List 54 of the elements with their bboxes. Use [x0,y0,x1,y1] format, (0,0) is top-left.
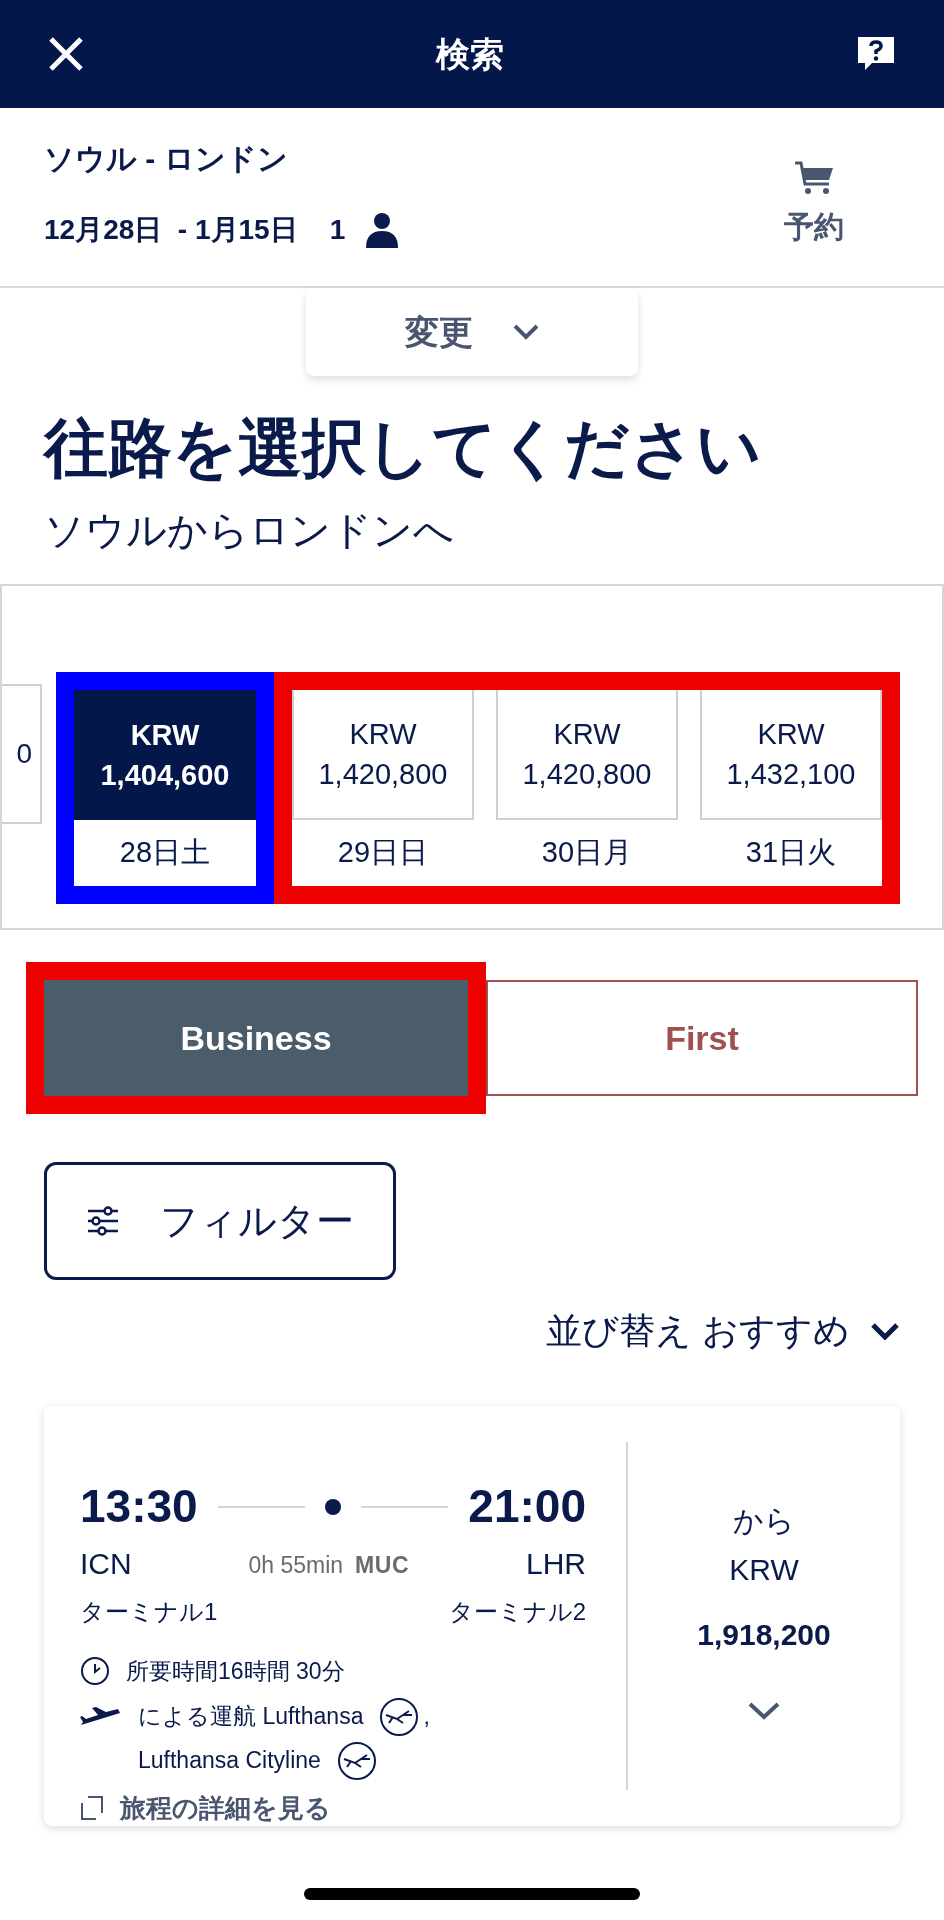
help-chat-icon[interactable] [856,35,896,73]
arrival-time: 21:00 [468,1479,586,1534]
dates-text: 12月28日 - 1月15日 [44,213,298,247]
price-text: 1,420,800 [522,757,652,792]
layover-airport: MUC [355,1550,410,1580]
sliders-icon [86,1206,120,1236]
price-prefix: から [733,1503,795,1539]
departure-airport: ICN [80,1546,132,1582]
price-currency: KRW [729,1552,799,1588]
departure-terminal: ターミナル1 [80,1597,218,1627]
airplane-icon [80,1706,122,1727]
duration-text: 所要時間16時間 30分 [126,1657,345,1686]
date-text: 31日火 [744,835,838,871]
sort-dropdown[interactable]: 並び替え おすすめ [546,1304,900,1358]
date-text: 29日日 [336,835,430,871]
cabin-tab[interactable]: Business [44,980,468,1096]
operator-text: による運航 Lufthansa [138,1702,364,1732]
flight-price: 1,918,200 [697,1617,831,1653]
currency-text: KRW [757,717,825,752]
crane-logo-icon [336,1740,377,1781]
date-text: 30日月 [540,835,634,871]
price-text: 1,432,100 [726,757,856,792]
page-subheading: ソウルからロンドンへ [43,507,455,554]
arrival-airport: LHR [525,1546,586,1582]
date-text: 28日土 [118,835,212,871]
cart-icon [793,160,835,196]
chevron-down-icon [870,1322,900,1340]
departure-time: 13:30 [80,1479,198,1534]
operator-text: Lufthansa Cityline [138,1746,321,1776]
chevron-down-icon [513,324,539,340]
price-text: 1,404,600 [100,758,230,793]
change-button[interactable]: 変更 [306,288,638,376]
currency-text: KRW [553,717,621,752]
arrival-terminal: ターミナル2 [448,1597,586,1627]
passenger-count: 1 [329,213,346,247]
cabin-tab[interactable]: First [486,980,918,1096]
filter-button[interactable]: フィルター [44,1162,396,1280]
booking-cart-button[interactable]: 予約 [784,160,844,262]
stop-dot-icon [325,1498,341,1515]
close-icon[interactable] [48,36,84,72]
price-text: 1,420,800 [318,757,448,792]
currency-text: KRW [130,718,200,753]
currency-text: KRW [349,717,417,752]
comma-text: , [423,1702,430,1732]
crane-logo-icon [379,1696,420,1737]
itinerary-details-link[interactable]: 旅程の詳細を見る [120,1788,331,1828]
route-text: ソウル - ロンドン [44,141,289,177]
clock-icon [80,1656,110,1687]
layover-duration: 0h 55min [248,1550,344,1580]
chevron-down-icon[interactable] [747,1701,781,1721]
partial-date-cell[interactable]: 0 [2,684,42,824]
header-title: 検索 [436,33,504,75]
person-icon [365,212,400,248]
page-heading: 往路を選択してください [41,411,763,486]
